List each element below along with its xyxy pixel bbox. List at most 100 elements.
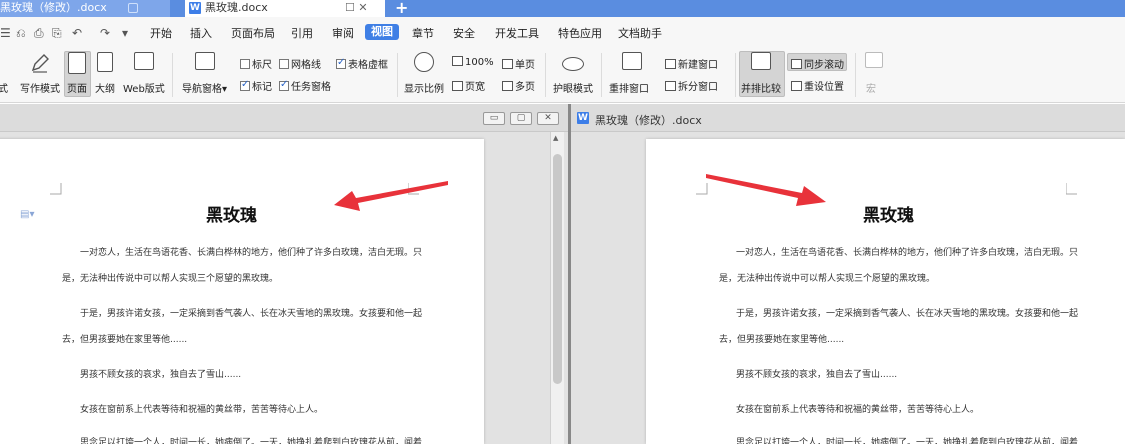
page-width-icon — [452, 81, 463, 91]
menu-view[interactable]: 视图 — [365, 24, 399, 40]
task-pane-checkbox[interactable]: 任务窗格 — [279, 78, 331, 93]
menu-special-apps[interactable]: 特色应用 — [558, 25, 602, 41]
tab-original-doc[interactable]: W 黑玫瑰.docx ☐ ✕ — [185, 0, 385, 17]
write-mode-button[interactable]: 写作模式 — [20, 80, 60, 95]
new-window-button[interactable]: 新建窗口 — [665, 56, 718, 71]
tab-label: 黑玫瑰（修改）.docx — [0, 1, 107, 14]
tab-label: 黑玫瑰.docx — [205, 1, 268, 14]
tab-modified-doc[interactable]: 黑玫瑰（修改）.docx — [0, 0, 170, 17]
document-line: 思念足以打垮一个人，时间一长，她病倒了。一天，她挣扎着爬到白玫瑰花丛前，闻着 — [736, 438, 1079, 444]
page-width-button[interactable]: 页宽 — [452, 78, 485, 93]
ruler-checkbox[interactable]: 标尺 — [240, 56, 272, 71]
left-vertical-scrollbar[interactable]: ▲ — [550, 132, 564, 444]
macro-button[interactable]: 宏 — [866, 80, 876, 95]
scroll-up-icon[interactable]: ▲ — [553, 134, 558, 142]
document-line: 去，但男孩要她在家里等他...... — [62, 335, 188, 345]
macro-icon[interactable] — [865, 52, 883, 68]
outline-icon[interactable] — [97, 52, 113, 72]
sync-scroll-button[interactable]: 同步滚动 — [791, 56, 844, 71]
close-button[interactable]: ✕ — [537, 112, 559, 125]
web-layout-icon[interactable] — [134, 52, 154, 70]
web-layout-button[interactable]: Web版式 — [123, 80, 165, 95]
page-view-icon[interactable] — [68, 52, 86, 74]
save-icon[interactable]: ☰ — [0, 26, 11, 40]
right-window-title: 黑玫瑰（修改）.docx — [595, 114, 702, 127]
menu-bar: ☰ ⎌ ⎙ ⎘ ↶ ↷ ▾ 开始 插入 页面布局 引用 审阅 视图 章节 安全 … — [0, 17, 1125, 47]
menu-references[interactable]: 引用 — [291, 25, 313, 41]
single-page-icon — [502, 59, 513, 69]
menu-doc-assistant[interactable]: 文档助手 — [618, 25, 662, 41]
document-line: 于是，男孩许诺女孩，一定采摘到香气袭人、长在冰天雪地的黑玫瑰。女孩要和他一起 — [736, 309, 1079, 319]
checkbox-checked-icon — [279, 79, 289, 91]
document-line: 去，但男孩要她在家里等他...... — [719, 335, 845, 345]
gridlines-checkbox[interactable]: 网格线 — [279, 56, 321, 71]
checkbox-checked-icon — [336, 57, 346, 69]
undo-history-icon[interactable]: ⎌ — [16, 26, 26, 41]
marks-checkbox[interactable]: 标记 — [240, 78, 272, 93]
reset-position-button[interactable]: 重设位置 — [791, 78, 844, 93]
page-view-button[interactable]: 页面 — [67, 80, 87, 95]
side-by-side-icon[interactable] — [751, 52, 771, 70]
new-tab-button[interactable]: + — [395, 0, 408, 17]
single-page-button[interactable]: 单页 — [502, 56, 535, 71]
side-by-side-button[interactable]: 并排比较 — [741, 80, 781, 95]
margin-corner-mark — [50, 183, 62, 195]
menu-page-layout[interactable]: 页面布局 — [231, 25, 275, 41]
tab-controls[interactable]: ☐ ✕ — [345, 0, 368, 16]
eye-mode-button[interactable]: 护眼模式 — [553, 80, 593, 95]
print-preview-icon[interactable]: ⎘ — [52, 26, 62, 41]
print-icon[interactable]: ⎙ — [34, 26, 44, 41]
right-document-pane: W 黑玫瑰（修改）.docx 黑玫瑰 一对恋人，生活在鸟语花香、长满白桦林的地方… — [571, 104, 1125, 444]
customize-dropdown-icon[interactable]: ▾ — [122, 26, 128, 40]
outline-button[interactable]: 大纲 — [95, 80, 115, 95]
arrange-window-button[interactable]: 重排窗口 — [609, 80, 649, 95]
document-line: 一对恋人，生活在鸟语花香、长满白桦林的地方，他们种了许多白玫瑰，洁白无瑕。只 — [80, 248, 423, 258]
red-arrow-annotation — [334, 181, 448, 211]
document-title: 黑玫瑰 — [206, 206, 257, 226]
right-window-titlebar: W 黑玫瑰（修改）.docx — [571, 104, 1125, 132]
document-line: 女孩在窗前系上代表等待和祝福的黄丝带，苦苦等待心上人。 — [736, 405, 980, 415]
zoom-button[interactable]: 显示比例 — [404, 80, 444, 95]
margin-corner-mark — [1066, 183, 1077, 195]
zoom-magnifier-icon[interactable] — [414, 52, 434, 72]
menu-review[interactable]: 审阅 — [332, 25, 354, 41]
reset-position-icon — [791, 81, 802, 91]
full-screen-mode-label[interactable]: 式 — [0, 80, 8, 95]
pin-icon[interactable] — [128, 3, 138, 13]
undo-icon[interactable]: ↶ — [72, 26, 82, 40]
restore-button[interactable]: ▢ — [510, 112, 532, 125]
redo-icon[interactable]: ↷ — [100, 26, 110, 40]
menu-chapter[interactable]: 章节 — [412, 25, 434, 41]
pen-icon[interactable] — [29, 52, 51, 73]
scroll-thumb[interactable] — [553, 154, 562, 384]
minimize-button[interactable]: ▭ — [483, 112, 505, 125]
checkbox-icon — [240, 59, 250, 69]
multi-page-icon — [502, 81, 513, 91]
checkbox-icon — [279, 59, 289, 69]
arrange-window-icon[interactable] — [622, 52, 642, 70]
marks-label: 标记 — [252, 82, 272, 93]
document-nav-icon[interactable]: ▤▾ — [20, 209, 34, 220]
eye-icon[interactable] — [562, 57, 584, 71]
menu-home[interactable]: 开始 — [150, 25, 172, 41]
separator — [855, 53, 856, 97]
tab-bar: 黑玫瑰（修改）.docx W 黑玫瑰.docx ☐ ✕ + — [0, 0, 1125, 17]
menu-developer-tools[interactable]: 开发工具 — [495, 25, 539, 41]
nav-pane-icon[interactable] — [195, 52, 215, 70]
nav-pane-label: 导航窗格 — [182, 84, 222, 95]
zoom-100-button[interactable]: 100% — [452, 56, 494, 68]
checkbox-checked-icon — [240, 79, 250, 91]
separator — [545, 53, 546, 97]
split-window-button[interactable]: 拆分窗口 — [665, 78, 718, 93]
zoom-100-label: 100% — [465, 57, 494, 68]
menu-security[interactable]: 安全 — [453, 25, 475, 41]
multi-page-label: 多页 — [515, 82, 535, 93]
document-title: 黑玫瑰 — [863, 206, 914, 226]
menu-insert[interactable]: 插入 — [190, 25, 212, 41]
multi-page-button[interactable]: 多页 — [502, 78, 535, 93]
single-page-label: 单页 — [515, 60, 535, 71]
table-gridlines-checkbox[interactable]: 表格虚框 — [336, 56, 388, 71]
document-line: 思念足以打垮一个人，时间一长，她病倒了。一天，她挣扎着爬到白玫瑰花丛前，闻着 — [80, 438, 423, 444]
document-line: 男孩不顾女孩的哀求，独自去了雪山...... — [736, 370, 898, 380]
nav-pane-button[interactable]: 导航窗格▾ — [182, 80, 227, 95]
